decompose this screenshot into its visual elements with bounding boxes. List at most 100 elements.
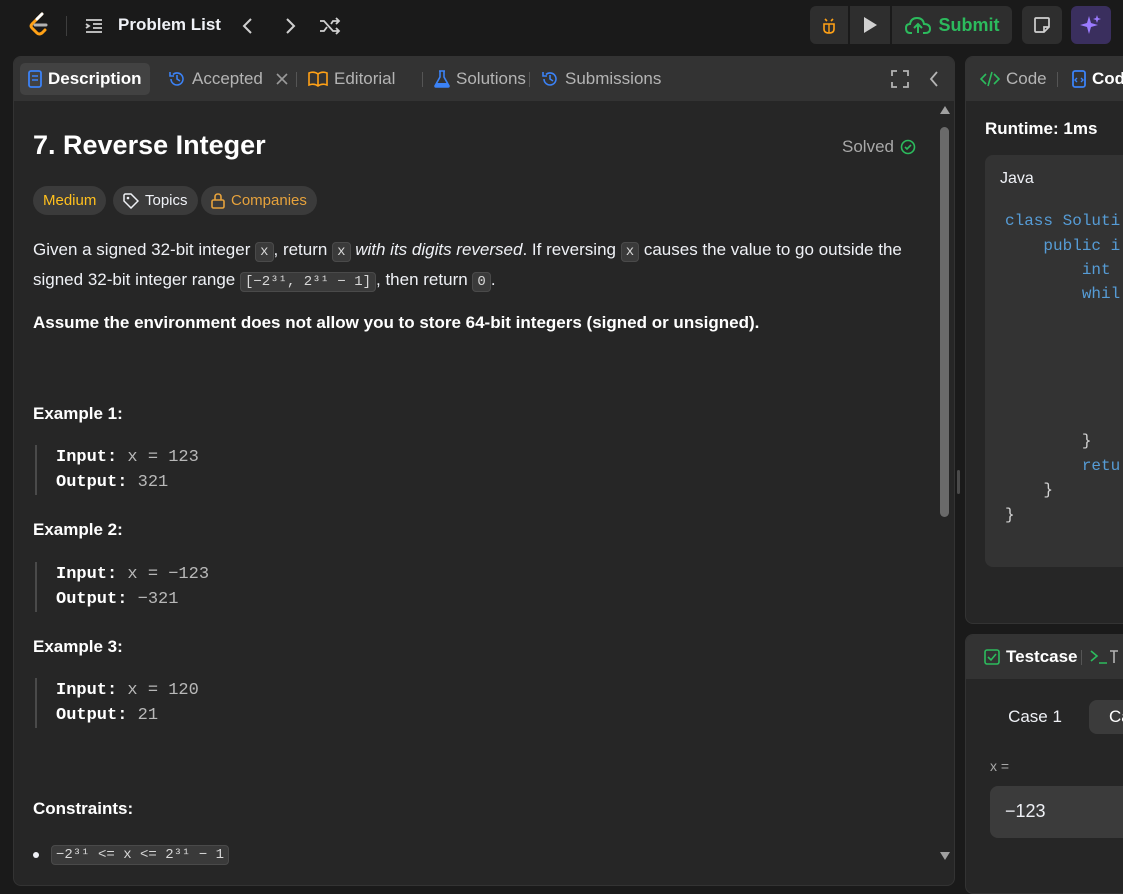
- tab-submissions-label: Submissions: [565, 69, 662, 88]
- tab-description[interactable]: Description: [20, 63, 150, 95]
- list-icon[interactable]: [84, 16, 104, 36]
- input-label: Input:: [56, 565, 118, 584]
- run-button[interactable]: [850, 6, 890, 44]
- output-value: −321: [127, 590, 179, 609]
- testcase-tab-bar: Testcase: [966, 635, 1123, 679]
- output-label: Output:: [56, 473, 128, 492]
- output-label: Output:: [56, 706, 128, 725]
- example-heading: Example 1:: [33, 404, 123, 423]
- tab-divider: [529, 72, 530, 87]
- code-line: class Soluti: [1005, 212, 1121, 230]
- tab-code-view[interactable]: Cod: [1064, 63, 1123, 95]
- case-2-tab[interactable]: Ca: [1089, 700, 1123, 734]
- example-heading: Example 3:: [33, 637, 123, 656]
- history-icon: [542, 72, 557, 86]
- close-icon[interactable]: [275, 72, 289, 86]
- problem-description: Given a signed 32-bit integer x, return …: [33, 236, 923, 296]
- code-file-icon: [1072, 70, 1086, 88]
- input-value: x = 120: [117, 681, 199, 700]
- input-label: Input:: [56, 448, 118, 467]
- tab-testcase[interactable]: Testcase: [976, 641, 1086, 673]
- scrollbar-thumb[interactable]: [940, 127, 949, 517]
- flask-icon: [434, 70, 450, 88]
- chevron-right-icon: [286, 18, 296, 34]
- scroll-down-arrow-icon[interactable]: [939, 851, 951, 861]
- cloud-upload-icon: [904, 16, 931, 34]
- topics-button[interactable]: Topics: [113, 186, 198, 215]
- desc-text: , return: [273, 240, 333, 259]
- debug-button[interactable]: [810, 6, 848, 44]
- desc-text: . If reversing: [522, 240, 621, 259]
- top-bar: Problem List Submit: [0, 0, 1123, 52]
- code-line: }: [1005, 481, 1054, 499]
- scroll-up-arrow-icon[interactable]: [939, 105, 951, 115]
- problem-list-link[interactable]: Problem List: [118, 15, 221, 35]
- difficulty-label: Medium: [43, 192, 97, 209]
- runtime-label: Runtime: 1ms: [985, 119, 1098, 138]
- next-problem-button[interactable]: [278, 14, 302, 38]
- input-value: x = 123: [117, 448, 199, 467]
- tab-testcase-label: Testcase: [1006, 647, 1078, 666]
- bug-icon: [823, 18, 835, 34]
- inline-code: x: [332, 242, 351, 262]
- tab-submissions[interactable]: Submissions: [533, 63, 669, 95]
- tab-accepted[interactable]: Accepted: [160, 63, 297, 95]
- divider: [66, 16, 67, 36]
- tab-divider: [422, 72, 423, 87]
- testcase-input[interactable]: −123: [990, 786, 1123, 838]
- desc-text: Given a signed 32-bit integer: [33, 240, 256, 259]
- resize-handle[interactable]: [957, 470, 960, 494]
- code-panel: Code Cod Runtime: 1ms Java: [965, 56, 1123, 624]
- tab-solutions-label: Solutions: [456, 69, 526, 88]
- document-icon: [28, 70, 42, 88]
- code-line: int: [1005, 261, 1111, 279]
- language-label: Java: [1000, 170, 1034, 187]
- example-block: Input: x = 120 Output: 21: [35, 678, 199, 728]
- lock-icon: [211, 192, 225, 209]
- leetcode-logo-icon[interactable]: [26, 12, 52, 38]
- code-line: whil: [1005, 285, 1121, 303]
- solved-label: Solved: [842, 137, 894, 156]
- tab-editorial[interactable]: Editorial: [300, 63, 403, 95]
- prev-problem-button[interactable]: [236, 14, 260, 38]
- code-line: }: [1005, 506, 1015, 524]
- problem-title: 7. Reverse Integer: [33, 130, 266, 160]
- tab-code-view-label: Cod: [1092, 69, 1123, 88]
- output-value: 21: [127, 706, 159, 725]
- random-problem-button[interactable]: [318, 14, 342, 38]
- desc-italic: with its digits reversed: [350, 240, 523, 259]
- notes-button[interactable]: [1022, 6, 1062, 44]
- constraint-item: −2³¹ <= x <= 2³¹ − 1: [33, 845, 230, 865]
- example-block: Input: x = 123 Output: 321: [35, 445, 199, 495]
- output-label: Output:: [56, 590, 128, 609]
- companies-button[interactable]: Companies: [201, 186, 317, 215]
- code-icon: [980, 71, 1000, 87]
- play-icon: [864, 17, 877, 33]
- inline-code-range: [−2³¹, 2³¹ − 1]: [239, 272, 377, 292]
- inline-code: 0: [472, 272, 491, 292]
- code-line: retu: [1005, 457, 1121, 475]
- tab-accepted-label: Accepted: [192, 69, 263, 88]
- tab-code-label: Code: [1006, 69, 1047, 88]
- history-icon: [169, 72, 184, 86]
- terminal-icon[interactable]: [1090, 649, 1120, 665]
- sparkle-icon: [1080, 15, 1101, 34]
- testcase-panel: Testcase: [965, 634, 1123, 894]
- output-value: 321: [127, 473, 169, 492]
- tab-divider: [1057, 72, 1058, 87]
- example-heading: Example 2:: [33, 520, 123, 539]
- scrollbar[interactable]: [938, 105, 950, 865]
- constraint-code: −2³¹ <= x <= 2³¹ − 1: [51, 845, 230, 865]
- tab-solutions[interactable]: Solutions: [426, 63, 534, 95]
- tab-divider: [296, 72, 297, 87]
- desc-text: , then return: [376, 270, 473, 289]
- tab-divider: [1081, 650, 1082, 665]
- fullscreen-icon[interactable]: [891, 70, 909, 88]
- collapse-chevron-icon[interactable]: [928, 70, 940, 88]
- example-block: Input: x = −123 Output: −321: [35, 562, 209, 612]
- ai-assistant-button[interactable]: [1071, 6, 1111, 44]
- submit-button[interactable]: Submit: [892, 6, 1012, 44]
- case-1-tab[interactable]: Case 1: [995, 700, 1075, 734]
- tab-code[interactable]: Code: [972, 63, 1055, 95]
- input-value: x = −123: [117, 565, 210, 584]
